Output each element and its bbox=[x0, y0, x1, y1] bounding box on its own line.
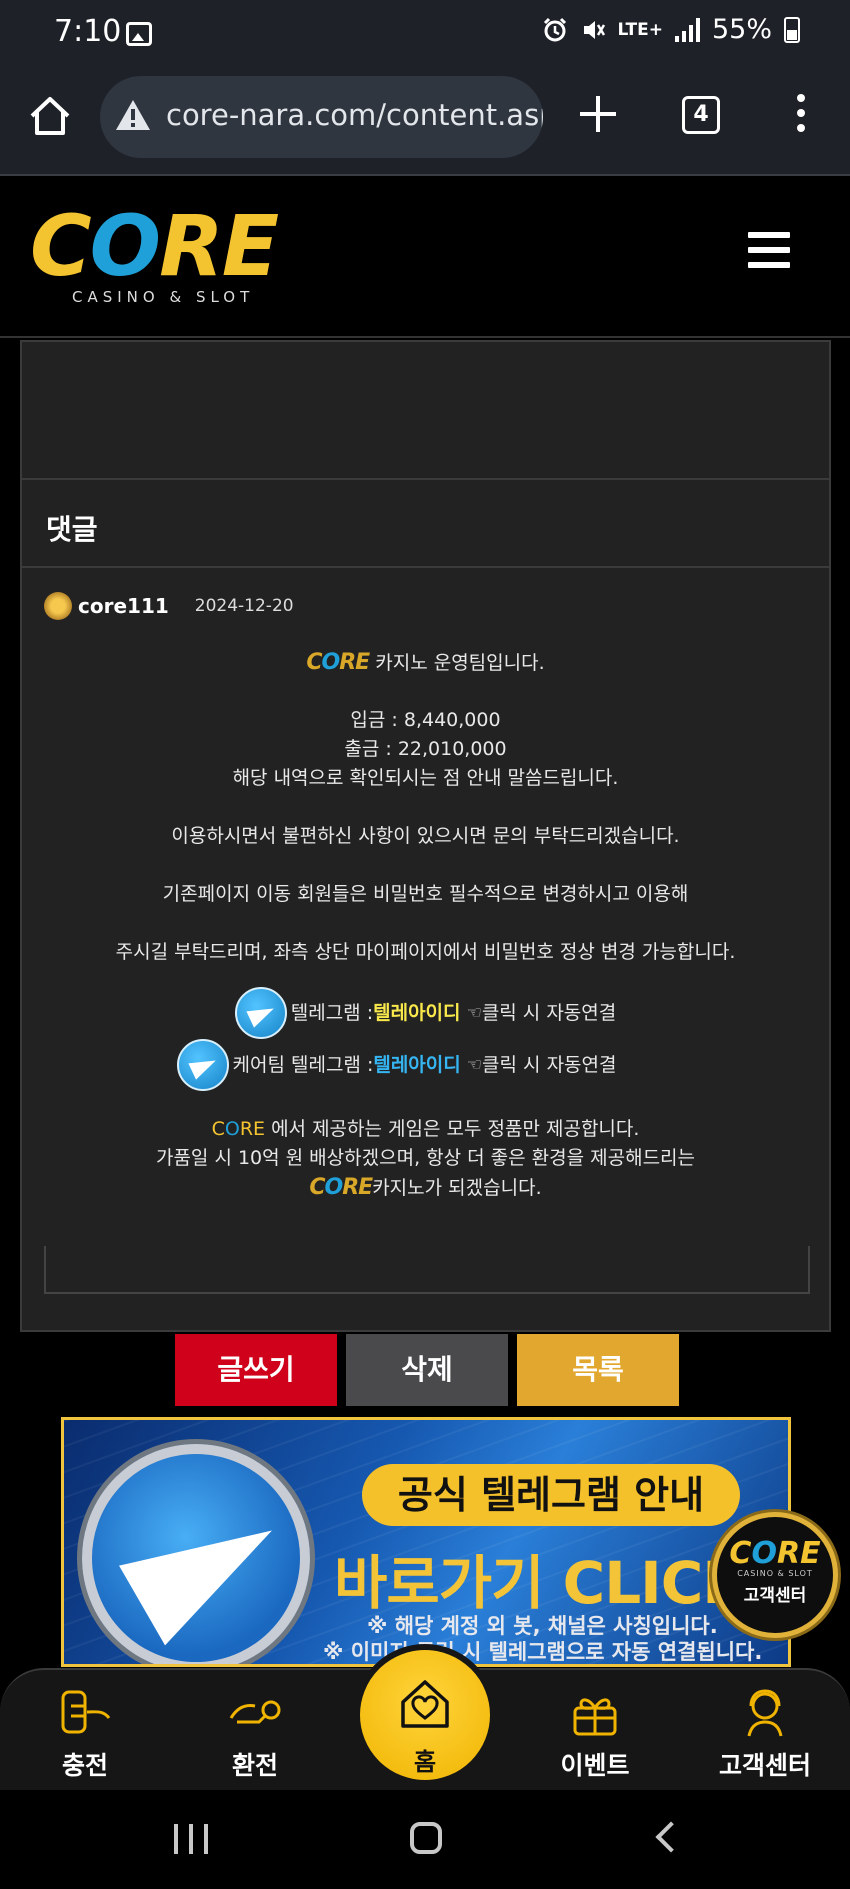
home-heart-icon bbox=[401, 1680, 449, 1728]
exchange-icon bbox=[229, 1700, 281, 1724]
core-mini-logo: CORE bbox=[306, 650, 370, 675]
status-time: 7:10 bbox=[54, 14, 122, 49]
post-panel: 댓글 core111 2024-12-20 CORE 카지노 운영팀입니다. 입… bbox=[20, 340, 831, 1332]
telegram-icon bbox=[82, 1444, 310, 1664]
fake-compensation-line: 가품일 시 10억 원 배상하겠으며, 항상 더 좋은 환경을 제공해드리는 bbox=[155, 1147, 696, 1169]
intro-line: CORE 카지노 운영팀입니다. bbox=[306, 650, 545, 675]
browser-toolbar: core-nara.com/content.asp 4 bbox=[0, 70, 850, 176]
home-icon[interactable] bbox=[28, 94, 72, 138]
core-text-logo: CORE bbox=[211, 1118, 266, 1140]
nav-exchange[interactable]: 환전 bbox=[195, 1688, 315, 1782]
telegram-banner[interactable]: 공식 텔레그램 안내 바로가기 CLICK ※ 해당 계정 외 봇, 채널은 사… bbox=[61, 1417, 791, 1667]
withdraw-line: 출금 : 22,010,000 bbox=[344, 738, 507, 760]
recent-apps-icon[interactable] bbox=[174, 1824, 208, 1854]
status-icons: LTE+ 55% bbox=[542, 14, 800, 45]
core-logo[interactable]: CORE CASINO & SLOT bbox=[30, 204, 279, 306]
banner-title: 공식 텔레그램 안내 bbox=[362, 1464, 740, 1526]
comment-meta: core111 2024-12-20 bbox=[44, 592, 294, 620]
deposit-line: 입금 : 8,440,000 bbox=[350, 709, 501, 731]
care-telegram-id-link[interactable]: 텔레아이디 bbox=[373, 1039, 460, 1091]
core-mini-logo: CORE bbox=[309, 1175, 373, 1200]
delete-button[interactable]: 삭제 bbox=[346, 1334, 508, 1406]
customer-service-badge[interactable]: CORE CASINO & SLOT 고객센터 bbox=[712, 1512, 838, 1638]
gift-icon bbox=[573, 1698, 617, 1736]
charge-icon bbox=[61, 1690, 111, 1734]
logo-subtitle: CASINO & SLOT bbox=[72, 288, 255, 306]
new-tab-icon[interactable] bbox=[578, 94, 618, 134]
back-icon[interactable] bbox=[655, 1821, 687, 1853]
address-bar[interactable]: core-nara.com/content.asp bbox=[100, 76, 543, 158]
alarm-icon bbox=[543, 17, 566, 41]
care-telegram-link-row[interactable]: 케어팀 텔레그램 : 텔레아이디 ☜ 클릭 시 자동연결 bbox=[0, 1039, 829, 1091]
signal-icon bbox=[674, 17, 700, 42]
system-home-icon[interactable] bbox=[410, 1822, 442, 1854]
nav-home[interactable]: 홈 bbox=[354, 1644, 496, 1786]
tab-switcher-button[interactable]: 4 bbox=[682, 96, 720, 134]
nav-event[interactable]: 이벤트 bbox=[535, 1688, 655, 1782]
password-line-2: 주시길 부탁드리며, 좌측 상단 마이페이지에서 비밀번호 정상 변경 가능합니… bbox=[115, 941, 736, 963]
battery-icon bbox=[784, 16, 800, 43]
nav-support[interactable]: 고객센터 bbox=[705, 1688, 825, 1782]
avatar bbox=[44, 592, 72, 620]
genuine-line: CORE 에서 제공하는 게임은 모두 정품만 제공합니다. bbox=[211, 1118, 640, 1140]
battery-percent: 55% bbox=[711, 14, 772, 45]
comment-body: CORE 카지노 운영팀입니다. 입금 : 8,440,000 출금 : 22,… bbox=[22, 648, 829, 1202]
telegram-id-link[interactable]: 텔레아이디 bbox=[373, 987, 460, 1039]
support-agent-icon bbox=[747, 1689, 783, 1737]
site-header: CORE CASINO & SLOT bbox=[0, 178, 850, 338]
pointing-hand-icon: ☜ bbox=[466, 1055, 483, 1075]
gallery-notification-icon bbox=[126, 22, 152, 46]
comment-author: core111 bbox=[78, 594, 169, 618]
list-button[interactable]: 목록 bbox=[517, 1334, 679, 1406]
confirm-line: 해당 내역으로 확인되시는 점 안내 말씀드립니다. bbox=[232, 767, 619, 789]
system-nav-bar bbox=[0, 1790, 850, 1889]
network-type: LTE+ bbox=[617, 19, 663, 40]
warning-icon[interactable] bbox=[114, 98, 152, 132]
nav-charge[interactable]: 충전 bbox=[25, 1688, 145, 1782]
write-button[interactable]: 글쓰기 bbox=[175, 1334, 337, 1406]
post-actions: 글쓰기 삭제 목록 bbox=[175, 1334, 679, 1406]
url-text[interactable]: core-nara.com/content.asp bbox=[166, 98, 543, 132]
telegram-icon[interactable] bbox=[176, 1039, 229, 1091]
more-menu-icon[interactable] bbox=[795, 94, 807, 134]
closing-line: CORE카지노가 되겠습니다. bbox=[309, 1175, 542, 1200]
badge-label: 고객센터 bbox=[743, 1586, 807, 1606]
password-line-1: 기존페이지 이동 회원들은 비밀번호 필수적으로 변경하시고 이용해 bbox=[162, 883, 689, 905]
hamburger-icon[interactable] bbox=[748, 232, 790, 268]
banner-cta: 바로가기 CLICK bbox=[334, 1549, 747, 1617]
comment-date: 2024-12-20 bbox=[194, 596, 294, 616]
telegram-link-row[interactable]: 텔레그램 : 텔레아이디 ☜ 클릭 시 자동연결 bbox=[22, 987, 829, 1039]
inquiry-line: 이용하시면서 불편하신 사항이 있으시면 문의 부탁드리겠습니다. bbox=[171, 825, 680, 847]
telegram-icon[interactable] bbox=[234, 987, 287, 1039]
mute-icon bbox=[583, 20, 605, 39]
comments-heading: 댓글 bbox=[22, 480, 829, 568]
status-bar: 7:10 LTE+ 55% bbox=[0, 0, 850, 70]
post-content-area bbox=[22, 342, 829, 480]
pointing-hand-icon: ☜ bbox=[466, 1003, 482, 1023]
comment-inner-frame bbox=[44, 1246, 810, 1294]
